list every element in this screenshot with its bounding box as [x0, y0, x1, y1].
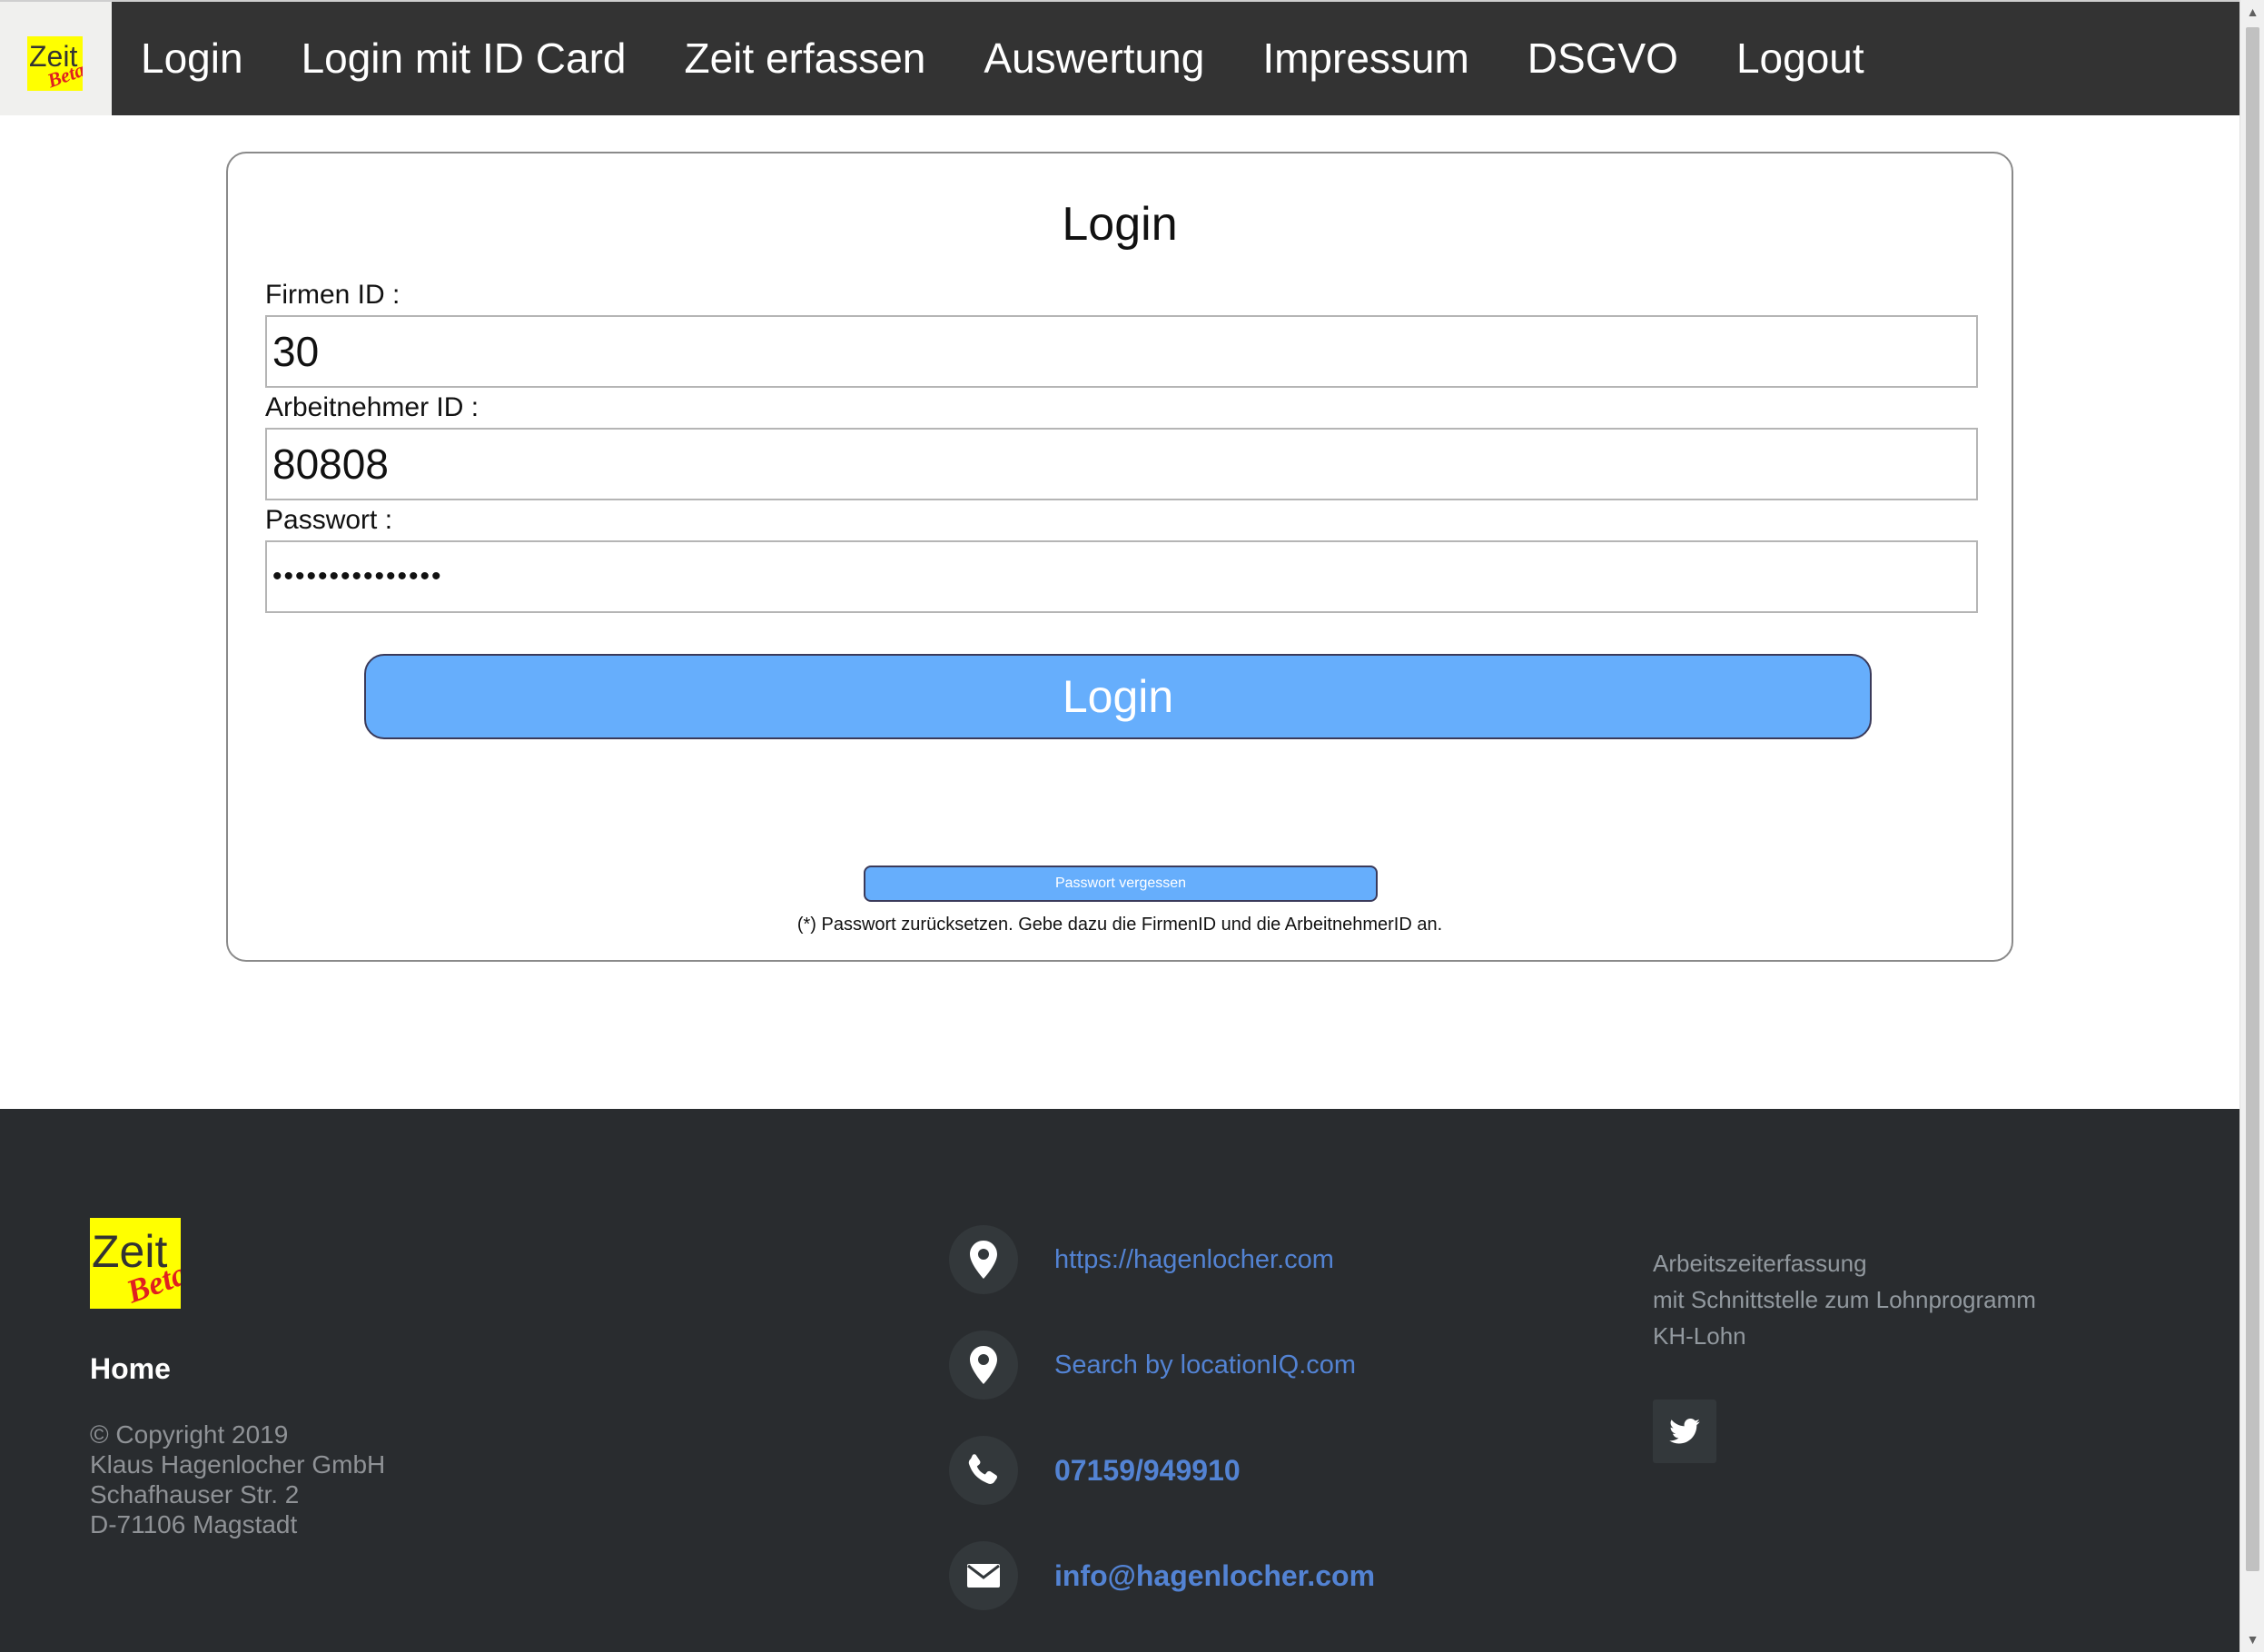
about-line-3: KH-Lohn	[1653, 1322, 1746, 1350]
passwort-label: Passwort :	[265, 505, 393, 535]
email-link[interactable]: info@hagenlocher.com	[1054, 1559, 1375, 1593]
scroll-thumb[interactable]	[2246, 27, 2259, 1571]
firmen-id-label: Firmen ID :	[265, 280, 400, 310]
nav-item-auswertung[interactable]: Auswertung	[954, 2, 1233, 115]
copyright-line: © Copyright 2019	[90, 1420, 289, 1449]
twitter-button[interactable]	[1653, 1400, 1716, 1463]
street-address: Schafhauser Str. 2	[90, 1480, 300, 1509]
phone-icon	[949, 1436, 1018, 1505]
nav-item-login-id-card[interactable]: Login mit ID Card	[272, 2, 656, 115]
passwort-vergessen-button[interactable]: Passwort vergessen	[864, 866, 1378, 902]
nav-menu: Login Login mit ID Card Zeit erfassen Au…	[112, 2, 1893, 115]
footer-zeit-beta-logo: Zeit Beta	[90, 1218, 181, 1309]
nav-item-login[interactable]: Login	[112, 2, 272, 115]
login-title: Login	[1062, 198, 1178, 251]
about-line-2: mit Schnittstelle zum Lohnprogramm	[1653, 1286, 2036, 1313]
footer: Zeit Beta Home © Copyright 2019 Klaus Ha…	[0, 1109, 2239, 1652]
nav-item-zeit-erfassen[interactable]: Zeit erfassen	[655, 2, 954, 115]
scroll-down-arrow-icon[interactable]: ▼	[2240, 1627, 2264, 1652]
passwort-input[interactable]	[265, 540, 1978, 613]
footer-address: © Copyright 2019 Klaus Hagenlocher GmbH …	[90, 1420, 385, 1539]
envelope-icon	[949, 1541, 1018, 1610]
nav-item-impressum[interactable]: Impressum	[1233, 2, 1498, 115]
nav-logo[interactable]: Zeit Beta	[0, 2, 112, 115]
about-line-1: Arbeitszeiterfassung	[1653, 1250, 1867, 1277]
contact-phone: 07159/949910	[949, 1436, 1241, 1505]
reset-hint-text: (*) Passwort zurücksetzen. Gebe dazu die…	[796, 915, 1443, 935]
website-link[interactable]: https://hagenlocher.com	[1054, 1245, 1334, 1275]
footer-home-link[interactable]: Home	[90, 1352, 171, 1386]
location-pin-icon	[949, 1225, 1018, 1294]
contact-email: info@hagenlocher.com	[949, 1541, 1375, 1610]
arbeitnehmer-id-label: Arbeitnehmer ID :	[265, 392, 479, 422]
contact-website: https://hagenlocher.com	[949, 1225, 1334, 1294]
twitter-icon	[1669, 1419, 1700, 1444]
nav-item-logout[interactable]: Logout	[1707, 2, 1893, 115]
login-button[interactable]: Login	[364, 654, 1872, 739]
vertical-scrollbar[interactable]: ▲ ▼	[2239, 0, 2264, 1652]
nav-item-dsgvo[interactable]: DSGVO	[1498, 2, 1707, 115]
city-address: D-71106 Magstadt	[90, 1510, 298, 1538]
zeit-beta-logo: Zeit Beta	[27, 36, 83, 91]
top-navbar: Zeit Beta Login Login mit ID Card Zeit e…	[0, 0, 2239, 115]
contact-location: Search by locationIQ.com	[949, 1331, 1356, 1400]
company-name: Klaus Hagenlocher GmbH	[90, 1450, 386, 1479]
firmen-id-input[interactable]	[265, 315, 1978, 388]
location-pin-icon	[949, 1331, 1018, 1400]
arbeitnehmer-id-input[interactable]	[265, 428, 1978, 500]
footer-about: Arbeitszeiterfassung mit Schnittstelle z…	[1653, 1245, 2036, 1354]
locationiq-link[interactable]: Search by locationIQ.com	[1054, 1350, 1356, 1380]
phone-number[interactable]: 07159/949910	[1054, 1454, 1241, 1488]
scroll-up-arrow-icon[interactable]: ▲	[2240, 0, 2264, 25]
login-card: Login Firmen ID : Arbeitnehmer ID : Pass…	[226, 152, 2013, 962]
